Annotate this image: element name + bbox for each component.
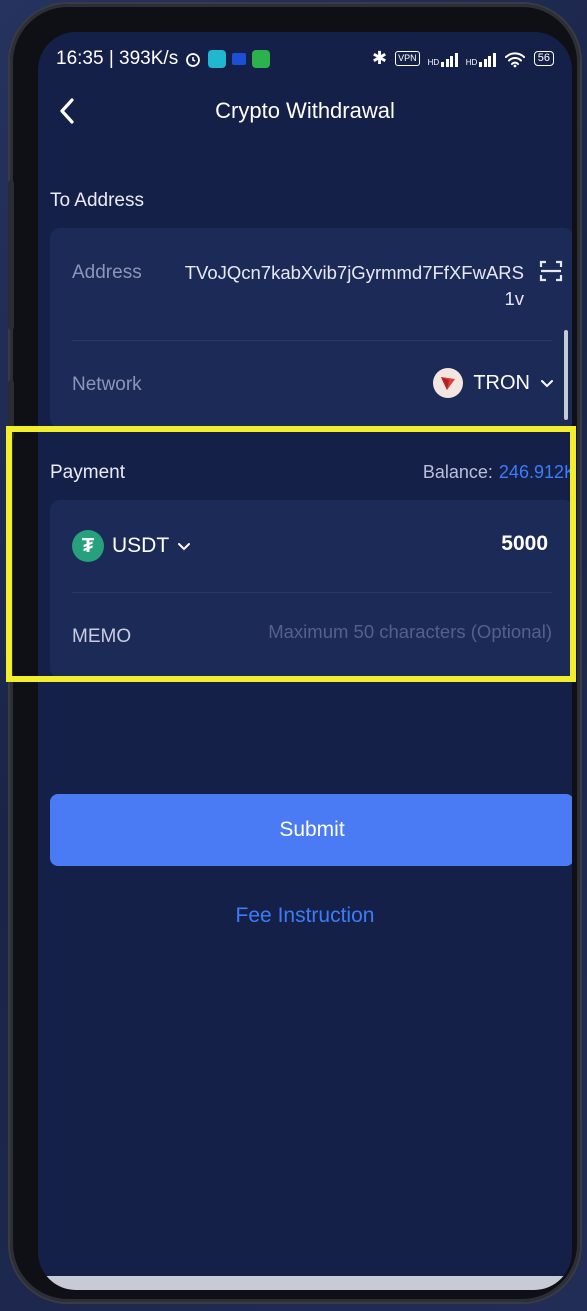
wifi-icon xyxy=(504,51,525,67)
bluetooth-icon: ✱ xyxy=(372,48,388,68)
address-field[interactable]: TVoJQcn7kabXvib7jGyrmmd7FfXFwARS1v xyxy=(184,260,524,312)
submit-button[interactable]: Submit xyxy=(50,794,572,866)
shield-app-icon xyxy=(208,50,227,68)
scrollbar[interactable] xyxy=(564,330,568,420)
alarm-icon xyxy=(186,53,201,67)
signal-icon-2: HD xyxy=(466,51,496,67)
battery-icon: 56 xyxy=(533,51,554,66)
fee-instruction-link[interactable]: Fee Instruction xyxy=(38,904,572,928)
highlight-box xyxy=(6,426,576,682)
signal-icon: HD xyxy=(428,51,458,67)
network-label: Network xyxy=(72,374,142,395)
divider xyxy=(72,340,552,341)
to-address-label: To Address xyxy=(50,190,144,211)
network-value: TRON xyxy=(473,371,530,394)
scan-icon[interactable] xyxy=(538,258,564,284)
volume-button xyxy=(8,180,14,330)
page-title: Crypto Withdrawal xyxy=(215,98,395,123)
tron-logo-icon xyxy=(433,368,464,398)
chevron-down-icon xyxy=(541,380,553,388)
vpn-badge: VPN xyxy=(395,51,420,66)
address-card: Address TVoJQcn7kabXvib7jGyrmmd7FfXFwARS… xyxy=(50,228,572,428)
app-header: Crypto Withdrawal xyxy=(38,92,572,132)
status-bar: 16:35 | 393K/s ✱ VPN HD HD 56 xyxy=(56,44,554,74)
status-time-speed: 16:35 | 393K/s xyxy=(56,48,179,69)
address-label: Address xyxy=(72,262,142,283)
lock-app-icon xyxy=(252,50,271,68)
network-selector[interactable]: TRON xyxy=(433,368,554,398)
bottom-edge xyxy=(38,1276,572,1290)
flag-app-icon xyxy=(232,53,247,65)
